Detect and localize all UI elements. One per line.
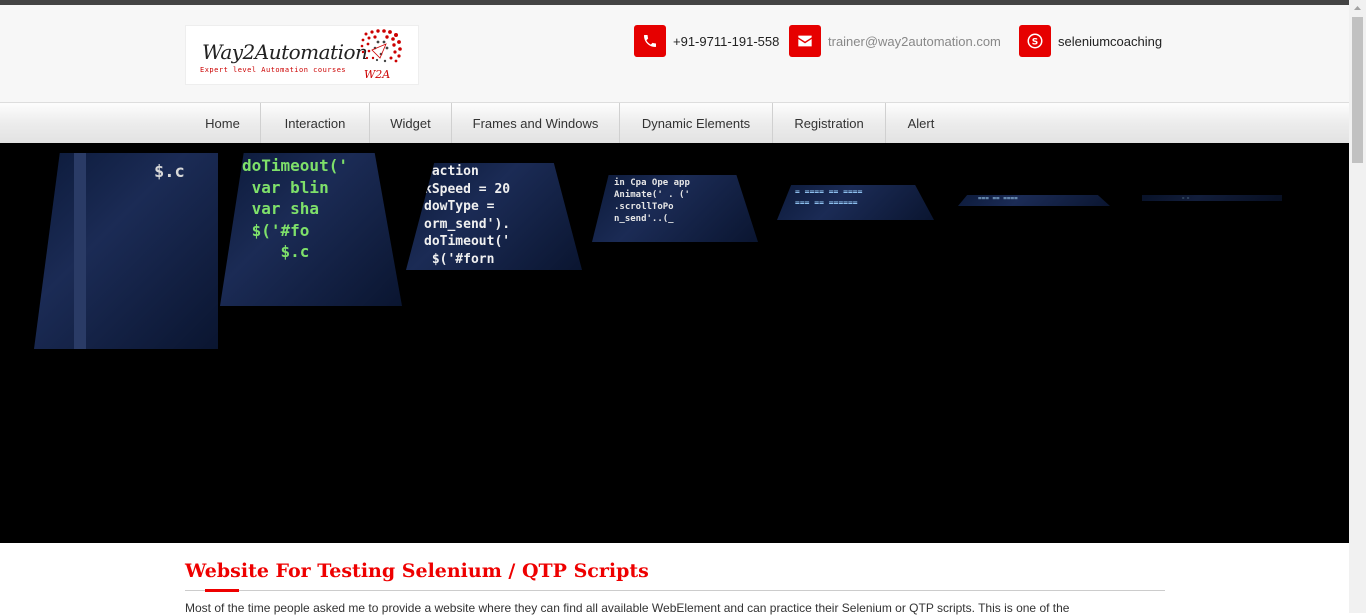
nav-item-label: Home <box>205 116 240 131</box>
logo-tagline: Expert level Automation courses <box>200 66 347 74</box>
divider-accent <box>205 589 239 592</box>
tile-code: 'action kSpeed = 20 dowType = orm_send')… <box>424 164 511 267</box>
site-logo[interactable]: Way2Automation Expert level Automation c… <box>185 25 419 85</box>
envelope-icon <box>789 25 821 57</box>
slider-tile: $.c <box>34 153 218 349</box>
nav-item-registration[interactable]: Registration <box>773 103 886 144</box>
vertical-scrollbar[interactable] <box>1349 0 1366 613</box>
scroll-up-arrow-icon[interactable] <box>1349 0 1366 17</box>
skype-icon: S <box>1019 25 1051 57</box>
page-heading: Website For Testing Selenium / QTP Scrip… <box>185 560 649 582</box>
nav-item-alert[interactable]: Alert <box>886 103 956 144</box>
slider-tile: = ==== == ==== === == ====== <box>777 185 934 220</box>
tile-code: doTimeout(' var blin var sha $('#fo $.c <box>242 156 348 262</box>
logo-title: Way2Automation <box>202 40 368 64</box>
svg-text:S: S <box>1032 37 1038 47</box>
logo-dots-icon <box>360 29 402 63</box>
hero-slider[interactable]: $.c doTimeout(' var blin var sha $('#fo … <box>0 143 1349 543</box>
logo-mark-text: W2A <box>364 68 391 81</box>
slider-tile: doTimeout(' var blin var sha $('#fo $.c <box>220 153 402 306</box>
phone-icon <box>634 25 666 57</box>
site-header: Way2Automation Expert level Automation c… <box>0 5 1349 102</box>
skype-id: seleniumcoaching <box>1058 33 1163 49</box>
slider-tile: = = <box>1142 195 1282 201</box>
nav-item-dynamic-elements[interactable]: Dynamic Elements <box>620 103 773 144</box>
nav-item-label: Alert <box>907 116 935 131</box>
nav-item-widget[interactable]: Widget <box>370 103 452 144</box>
main-content: Website For Testing Selenium / QTP Scrip… <box>185 543 1165 615</box>
tile-code: === == ==== <box>978 195 1018 202</box>
nav-item-label: Dynamic Elements <box>641 116 751 131</box>
heading-divider <box>185 589 1165 592</box>
scrollbar-thumb[interactable] <box>1352 17 1363 163</box>
main-navigation: Home Interaction Widget Frames and Windo… <box>0 102 1349 144</box>
tile-code: = ==== == ==== === == ====== <box>795 187 863 207</box>
tile-code: $.c <box>154 162 185 182</box>
nav-item-label: Frames and Windows <box>472 116 599 131</box>
slider-tile: in Cpa Ope app Animate(' . (' .scrollToP… <box>592 175 758 242</box>
contact-skype[interactable]: S seleniumcoaching <box>1019 25 1162 57</box>
slider-tile: 'action kSpeed = 20 dowType = orm_send')… <box>406 163 582 270</box>
contact-email[interactable]: trainer@way2automation.com <box>789 25 1001 57</box>
phone-number: +91-9711-191-558 <box>673 33 780 49</box>
tile-code: in Cpa Ope app Animate(' . (' .scrollToP… <box>614 178 690 225</box>
slider-tile: === == ==== <box>958 195 1110 206</box>
nav-item-label: Interaction <box>284 116 346 131</box>
nav-item-frames-and-windows[interactable]: Frames and Windows <box>452 103 620 144</box>
nav-item-interaction[interactable]: Interaction <box>261 103 370 144</box>
email-address: trainer@way2automation.com <box>828 33 1001 49</box>
tile-code: = = <box>1182 195 1190 200</box>
nav-item-label: Widget <box>390 116 431 131</box>
nav-item-home[interactable]: Home <box>185 103 261 144</box>
contact-phone[interactable]: +91-9711-191-558 <box>634 25 779 57</box>
nav-item-label: Registration <box>794 116 864 131</box>
